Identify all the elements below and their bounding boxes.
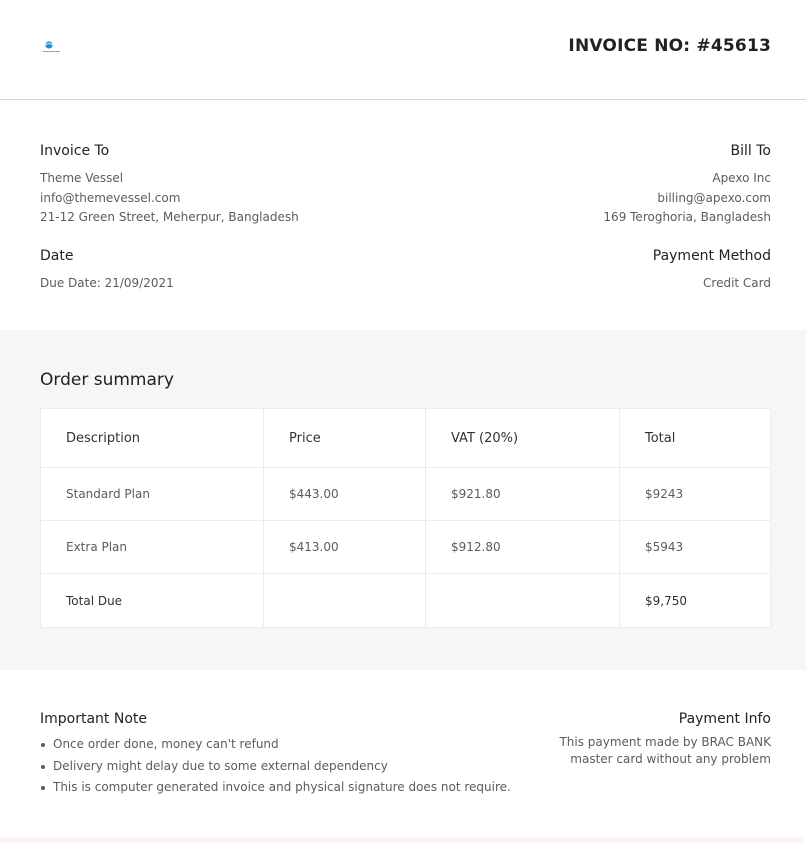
invoice-info: Invoice To Theme Vessel info@themevessel… xyxy=(0,100,806,329)
total-due-value: $9,750 xyxy=(645,593,687,608)
bill-to-email: billing@apexo.com xyxy=(657,190,771,205)
payment-method-value: Credit Card xyxy=(703,276,771,290)
order-summary-section: Order summary Description Price VAT (20%… xyxy=(0,330,806,670)
column-header: Total xyxy=(645,430,676,446)
table-cell: Standard Plan xyxy=(41,468,264,520)
note-item: Delivery might delay due to some externa… xyxy=(41,756,511,778)
bill-to-name: Apexo Inc xyxy=(712,171,771,185)
table-cell: $443.00 xyxy=(264,468,426,520)
important-note-title: Important Note xyxy=(40,711,147,727)
table-header-row: Description Price VAT (20%) Total xyxy=(41,409,770,468)
column-header: Price xyxy=(264,409,426,467)
payment-method-block: Payment Method Credit Card xyxy=(653,247,771,294)
bill-to-title: Bill To xyxy=(730,143,771,159)
important-note-list: Once order done, money can't refund Deli… xyxy=(41,734,511,799)
table-row: Standard Plan $443.00 $921.80 $9243 xyxy=(41,468,770,521)
column-header: Description xyxy=(41,409,264,467)
table-row: Extra Plan $413.00 $912.80 $5943 xyxy=(41,521,770,574)
table-cell: $413.00 xyxy=(264,521,426,573)
note-item: This is computer generated invoice and p… xyxy=(41,777,511,799)
table-cell: $912.80 xyxy=(426,521,620,573)
date-title: Date xyxy=(40,248,74,264)
bill-to-block: Bill To Apexo Inc billing@apexo.com 169 … xyxy=(603,142,771,228)
table-cell-empty xyxy=(264,574,426,627)
note-item: Once order done, money can't refund xyxy=(41,734,511,756)
column-header: VAT (20%) xyxy=(426,409,620,467)
order-table: Description Price VAT (20%) Total Standa… xyxy=(40,408,771,628)
invoice-to-name: Theme Vessel xyxy=(40,171,124,185)
table-cell: $9243 xyxy=(645,487,684,501)
total-due-label: Total Due xyxy=(41,574,264,627)
invoice-header: INVOICE NO: #45613 xyxy=(0,0,806,100)
table-cell: $921.80 xyxy=(426,468,620,520)
invoice-to-address: 21-12 Green Street, Meherpur, Bangladesh xyxy=(40,210,299,224)
invoice-number: INVOICE NO: #45613 xyxy=(568,36,771,56)
date-block: Date Due Date: 21/09/2021 xyxy=(40,247,174,294)
table-cell: $5943 xyxy=(645,540,684,554)
invoice-to-block: Invoice To Theme Vessel info@themevessel… xyxy=(40,142,299,228)
invoice-to-title: Invoice To xyxy=(40,143,110,159)
invoice-to-email: info@themevessel.com xyxy=(40,190,181,205)
table-cell-empty xyxy=(426,574,620,627)
payment-info-title: Payment Info xyxy=(678,711,771,727)
table-cell: Extra Plan xyxy=(41,521,264,573)
total-due-row: Total Due $9,750 xyxy=(41,574,770,627)
footer-strip xyxy=(0,837,806,843)
globe-logo-icon xyxy=(42,40,62,54)
payment-info-text: This payment made by BRAC BANK master ca… xyxy=(559,735,771,766)
payment-method-title: Payment Method xyxy=(652,248,771,264)
bill-to-address: 169 Teroghoria, Bangladesh xyxy=(603,210,771,224)
due-date: Due Date: 21/09/2021 xyxy=(40,276,174,290)
notes-section: Important Note Once order done, money ca… xyxy=(0,670,806,837)
order-summary-title: Order summary xyxy=(40,370,174,390)
